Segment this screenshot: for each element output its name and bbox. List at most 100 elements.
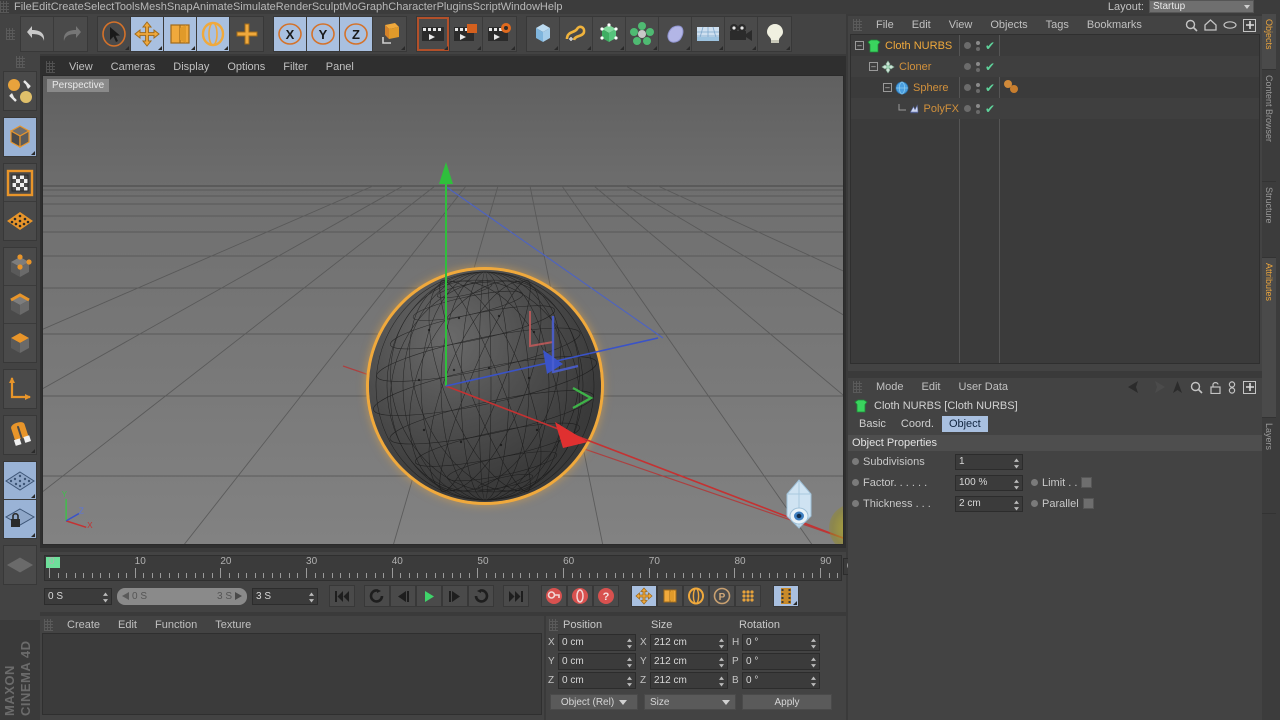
tree-leaf-icon[interactable] bbox=[897, 104, 906, 113]
spinner-icon[interactable] bbox=[811, 657, 816, 668]
coordinates-rotation-field[interactable]: 0 ° bbox=[742, 672, 820, 689]
visibility-dot-upper[interactable] bbox=[976, 40, 980, 45]
lock-y-button[interactable]: Y bbox=[307, 17, 340, 51]
spinner-icon[interactable] bbox=[627, 638, 632, 649]
timeline-range-bar[interactable]: 0 S 3 S bbox=[117, 587, 247, 605]
coordinates-size-field[interactable]: 212 cm bbox=[650, 634, 728, 651]
add-deformer-button[interactable] bbox=[626, 17, 659, 51]
material-menu-edit[interactable]: Edit bbox=[109, 619, 146, 631]
tree-expander-icon[interactable]: – bbox=[855, 41, 864, 50]
material-list-area[interactable] bbox=[42, 633, 542, 715]
enable-checkmark-icon[interactable]: ✔ bbox=[985, 61, 995, 73]
home-icon[interactable] bbox=[1204, 19, 1217, 31]
property-value-field[interactable]: 100 % bbox=[955, 474, 1023, 491]
attribute-menu-user-data[interactable]: User Data bbox=[950, 381, 1018, 393]
spinner-icon[interactable] bbox=[719, 657, 724, 668]
lock-z-button[interactable]: Z bbox=[340, 17, 373, 51]
play-backwards-loop-button[interactable] bbox=[364, 585, 390, 607]
property-extra-checkbox[interactable] bbox=[1081, 477, 1093, 488]
viewport-menu-display[interactable]: Display bbox=[164, 61, 218, 73]
visibility-dot-lower[interactable] bbox=[976, 46, 980, 51]
render-view-button[interactable] bbox=[417, 17, 450, 51]
viewport-menu-panel[interactable]: Panel bbox=[317, 61, 363, 73]
coordinates-size-dropdown[interactable]: Size bbox=[644, 694, 736, 710]
workplane-grid-button[interactable] bbox=[4, 546, 36, 584]
tree-expander-icon[interactable]: – bbox=[869, 62, 878, 71]
property-value-field[interactable]: 1 bbox=[955, 453, 1023, 470]
menu-item-file[interactable]: File bbox=[14, 1, 32, 13]
side-tab-content-browser[interactable]: Content Browser bbox=[1262, 70, 1276, 182]
timeline-ruler[interactable]: 0102030405060708090 0 S bbox=[44, 555, 905, 581]
object-menu-objects[interactable]: Objects bbox=[981, 19, 1036, 31]
menu-item-animate[interactable]: Animate bbox=[193, 1, 233, 13]
add-light-button[interactable] bbox=[758, 17, 791, 51]
coordinates-position-field[interactable]: 0 cm bbox=[558, 672, 636, 689]
spinner-icon[interactable] bbox=[103, 592, 108, 603]
add-environment-button[interactable] bbox=[659, 17, 692, 51]
property-extra-checkbox[interactable] bbox=[1082, 498, 1094, 509]
autokey-button[interactable] bbox=[567, 585, 593, 607]
object-menu-tags[interactable]: Tags bbox=[1037, 19, 1078, 31]
model-mode-button[interactable] bbox=[4, 118, 36, 156]
material-menu-texture[interactable]: Texture bbox=[206, 619, 260, 631]
attribute-tab-basic[interactable]: Basic bbox=[852, 416, 893, 432]
object-tree[interactable]: – Cloth NURBS ✔ – Cloner ✔ – Sphere ✔ PolyFX ✔ bbox=[850, 34, 1260, 364]
menu-item-render[interactable]: Render bbox=[276, 1, 312, 13]
material-menu-function[interactable]: Function bbox=[146, 619, 206, 631]
menu-item-sculpt[interactable]: Sculpt bbox=[312, 1, 343, 13]
layout-dropdown[interactable]: Startup bbox=[1149, 0, 1254, 13]
attribute-tab-object[interactable]: Object bbox=[941, 416, 988, 432]
material-menu-create[interactable]: Create bbox=[58, 619, 109, 631]
side-tab-attributes[interactable]: Attributes bbox=[1262, 258, 1276, 418]
object-manager-grip[interactable] bbox=[853, 19, 862, 31]
lock-icon[interactable] bbox=[1210, 381, 1221, 394]
menu-grip[interactable] bbox=[0, 1, 9, 13]
visibility-dot-upper[interactable] bbox=[976, 103, 980, 108]
keyframe-mode-button[interactable] bbox=[773, 585, 799, 607]
viewport-menu-view[interactable]: View bbox=[60, 61, 102, 73]
search-icon[interactable] bbox=[1190, 381, 1203, 394]
record-pla-button[interactable] bbox=[735, 585, 761, 607]
visibility-dot-upper[interactable] bbox=[976, 61, 980, 66]
rotate-tool-button[interactable] bbox=[197, 17, 230, 51]
spinner-icon[interactable] bbox=[627, 676, 632, 687]
back-arrow-icon[interactable] bbox=[1128, 381, 1143, 393]
visibility-dot-lower[interactable] bbox=[976, 109, 980, 114]
object-menu-file[interactable]: File bbox=[867, 19, 903, 31]
toolbar-grip[interactable] bbox=[6, 28, 15, 40]
add-floor-button[interactable] bbox=[692, 17, 725, 51]
property-extra-bullet-icon[interactable] bbox=[1031, 500, 1038, 507]
property-value-field[interactable]: 2 cm bbox=[955, 495, 1023, 512]
side-tab-structure[interactable]: Structure bbox=[1262, 182, 1276, 258]
left-toolbar-grip[interactable] bbox=[15, 56, 25, 68]
spinner-icon[interactable] bbox=[1014, 479, 1019, 490]
menu-item-help[interactable]: Help bbox=[540, 1, 563, 13]
snap-magnet-button[interactable] bbox=[4, 416, 36, 454]
coordinates-apply-button[interactable]: Apply bbox=[742, 694, 832, 710]
forward-arrow-icon[interactable] bbox=[1150, 381, 1165, 393]
step-back-button[interactable] bbox=[390, 585, 416, 607]
spinner-icon[interactable] bbox=[1014, 500, 1019, 511]
search-icon[interactable] bbox=[1185, 19, 1198, 32]
attribute-manager-grip[interactable] bbox=[853, 381, 862, 393]
record-scale-button[interactable] bbox=[657, 585, 683, 607]
material-menu-grip[interactable] bbox=[44, 618, 53, 631]
menu-item-create[interactable]: Create bbox=[51, 1, 84, 13]
visibility-dot-lower[interactable] bbox=[976, 88, 980, 93]
menu-item-tools[interactable]: Tools bbox=[114, 1, 140, 13]
up-arrow-icon[interactable] bbox=[1172, 380, 1183, 394]
menu-item-mograph[interactable]: MoGraph bbox=[342, 1, 388, 13]
object-row[interactable]: – Sphere ✔ bbox=[851, 77, 1259, 98]
coordinates-grip[interactable] bbox=[549, 618, 558, 631]
spinner-icon[interactable] bbox=[719, 638, 724, 649]
viewport-menu-filter[interactable]: Filter bbox=[274, 61, 316, 73]
spinner-icon[interactable] bbox=[811, 638, 816, 649]
tree-expander-icon[interactable]: – bbox=[883, 83, 892, 92]
coordinates-rotation-field[interactable]: 0 ° bbox=[742, 634, 820, 651]
play-button[interactable] bbox=[416, 585, 442, 607]
viewport-3d[interactable]: Perspective Y X Z bbox=[42, 75, 844, 545]
property-bullet-icon[interactable] bbox=[852, 458, 859, 465]
visibility-dot-editor[interactable] bbox=[964, 63, 971, 70]
go-to-end-button[interactable] bbox=[503, 585, 529, 607]
attribute-tab-coord[interactable]: Coord. bbox=[894, 416, 941, 432]
